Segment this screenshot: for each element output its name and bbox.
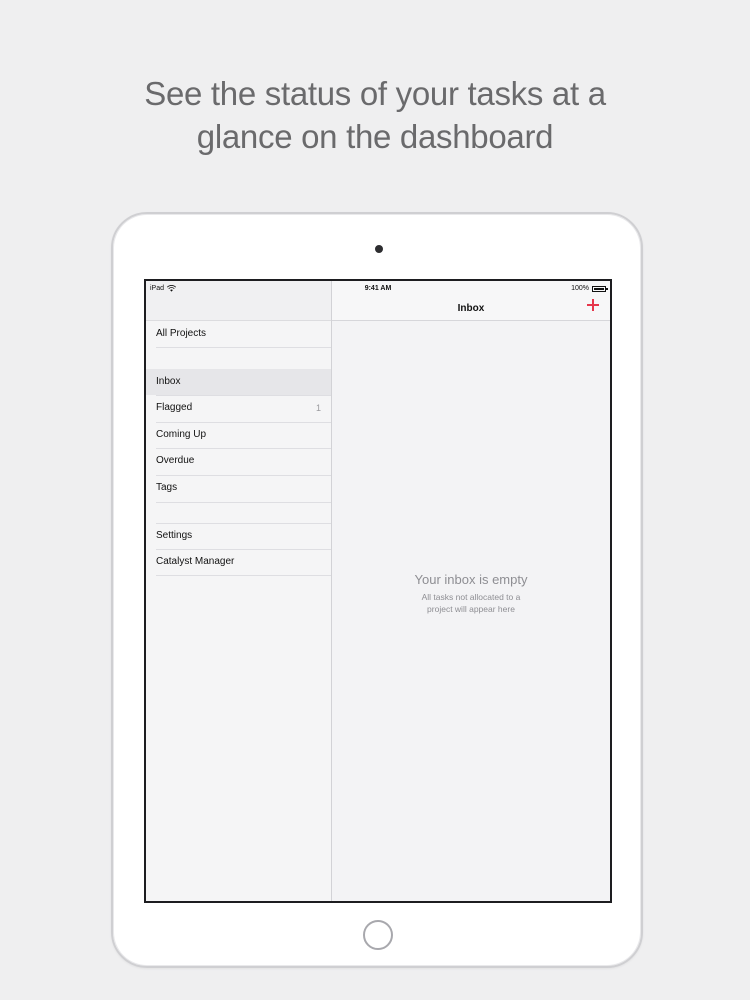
page-title: Inbox	[457, 303, 485, 314]
status-bar: iPad 9:41 AM 100%	[146, 281, 610, 297]
battery-percent: 100%	[571, 285, 589, 292]
sidebar-item-label: Overdue	[156, 455, 195, 466]
headline: See the status of your tasks at a glance…	[0, 72, 750, 158]
empty-state-subtitle: All tasks not allocated to a project wil…	[402, 591, 540, 615]
sidebar-item-label: Coming Up	[156, 429, 207, 440]
sidebar-item-overdue[interactable]: Overdue	[146, 448, 331, 474]
divider	[156, 347, 331, 348]
sidebar-item-label: Catalyst Manager	[156, 556, 235, 567]
empty-state-subtitle-line-2: project will appear here	[427, 604, 515, 614]
sidebar: All Projects Inbox Flagged 1 Coming Up O…	[146, 281, 332, 901]
sidebar-item-inbox[interactable]: Inbox	[146, 369, 331, 395]
empty-state-title: Your inbox is empty	[414, 572, 528, 587]
status-right: 100%	[571, 285, 608, 292]
divider	[156, 502, 331, 503]
sidebar-item-label: Flagged	[156, 402, 193, 413]
headline-line-1: See the status of your tasks at a	[144, 75, 606, 112]
home-button[interactable]	[363, 920, 393, 950]
camera-icon	[375, 245, 383, 253]
empty-state-subtitle-line-1: All tasks not allocated to a	[421, 592, 521, 602]
sidebar-item-all-projects[interactable]: All Projects	[146, 321, 331, 347]
plus-icon[interactable]	[586, 298, 600, 312]
status-time: 9:41 AM	[364, 285, 392, 292]
battery-icon	[592, 285, 608, 292]
sidebar-item-label: Inbox	[156, 376, 181, 387]
flagged-count: 1	[315, 403, 321, 413]
headline-line-2: glance on the dashboard	[196, 118, 554, 155]
sidebar-item-coming-up[interactable]: Coming Up	[146, 422, 331, 448]
sidebar-item-catalyst-manager[interactable]: Catalyst Manager	[146, 549, 331, 575]
sidebar-item-label: All Projects	[156, 328, 207, 339]
sidebar-item-label: Settings	[156, 530, 193, 541]
sidebar-item-flagged[interactable]: Flagged 1	[146, 395, 331, 421]
screen: All Projects Inbox Flagged 1 Coming Up O…	[144, 279, 612, 903]
detail-pane: Inbox Your inbox is empty All tasks not …	[332, 281, 610, 901]
ipad-device: All Projects Inbox Flagged 1 Coming Up O…	[111, 212, 643, 968]
divider	[156, 575, 331, 576]
sidebar-item-settings[interactable]: Settings	[146, 523, 331, 549]
sidebar-item-label: Tags	[156, 482, 178, 493]
sidebar-item-tags[interactable]: Tags	[146, 475, 331, 501]
